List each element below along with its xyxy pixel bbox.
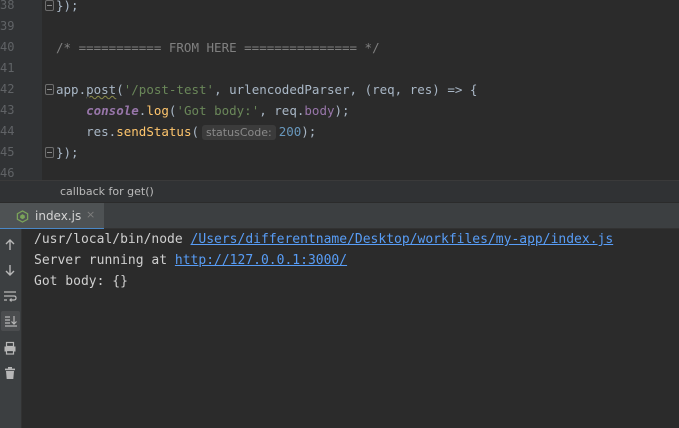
print-icon bbox=[4, 341, 16, 355]
console-line: Server running at http://127.0.0.1:3000/ bbox=[34, 250, 347, 271]
code-line[interactable]: 46 bbox=[0, 163, 679, 180]
line-number: 39 bbox=[0, 19, 15, 33]
code-token: }); bbox=[56, 0, 79, 13]
console-text: Got body: {} bbox=[34, 274, 128, 289]
code-token: console bbox=[86, 103, 139, 118]
code-line[interactable]: 39 bbox=[0, 16, 679, 37]
code-line[interactable]: 41 bbox=[0, 58, 679, 79]
code-token: ); bbox=[334, 103, 350, 118]
close-tab-icon[interactable]: × bbox=[86, 208, 95, 221]
code-line[interactable]: 40 /* =========== FROM HERE =============… bbox=[0, 37, 679, 58]
fold-marker-icon[interactable] bbox=[45, 0, 54, 11]
tab-index-js[interactable]: index.js × bbox=[0, 203, 104, 230]
scroll-up-icon bbox=[5, 239, 15, 250]
line-number: 44 bbox=[0, 124, 15, 138]
run-tab-bar: index.js × bbox=[0, 202, 679, 230]
code-token: , urlencodedParser, (req, res) => { bbox=[214, 82, 478, 97]
console-line: /usr/local/bin/node /Users/differentname… bbox=[34, 229, 613, 250]
nodejs-icon bbox=[16, 210, 29, 223]
breadcrumb-label[interactable]: callback for get() bbox=[60, 185, 154, 198]
line-number: 40 bbox=[0, 40, 15, 54]
tab-label: index.js bbox=[35, 209, 82, 223]
console-line: Got body: {} bbox=[34, 271, 128, 292]
run-toolbar bbox=[0, 229, 22, 428]
code-line[interactable]: 42 app.post('/post-test', urlencodedParse… bbox=[0, 79, 679, 100]
parameter-hint: statusCode: bbox=[202, 125, 276, 140]
code-token: ( bbox=[191, 124, 200, 139]
line-number: 42 bbox=[0, 82, 15, 96]
code-token: ); bbox=[301, 124, 317, 139]
scroll-to-end-button[interactable] bbox=[1, 311, 20, 331]
console-text: Server running at bbox=[34, 253, 175, 268]
line-number: 43 bbox=[0, 103, 15, 117]
code-token: app bbox=[56, 82, 79, 97]
code-token: , req. bbox=[259, 103, 305, 118]
code-text[interactable]: app.post('/post-test', urlencodedParser,… bbox=[56, 79, 477, 100]
line-number: 45 bbox=[0, 145, 15, 159]
code-line[interactable]: 38}); bbox=[0, 0, 679, 16]
code-token: /* =========== FROM HERE ===============… bbox=[56, 40, 380, 55]
fold-marker-icon[interactable] bbox=[45, 147, 54, 158]
console-text: /usr/local/bin/node bbox=[34, 232, 191, 247]
print-button[interactable] bbox=[0, 338, 20, 358]
code-token: }); bbox=[56, 145, 79, 160]
console-output[interactable]: /usr/local/bin/node /Users/differentname… bbox=[22, 229, 679, 428]
code-token: res. bbox=[56, 124, 117, 139]
code-text[interactable]: }); bbox=[56, 142, 79, 163]
console-link[interactable]: http://127.0.0.1:3000/ bbox=[175, 253, 347, 268]
code-line[interactable]: 45}); bbox=[0, 142, 679, 163]
code-token: ( bbox=[116, 82, 124, 97]
code-editor[interactable]: 38}); 39 40 /* =========== FROM HERE ======… bbox=[0, 0, 679, 180]
code-line[interactable]: 43 console.log('Got body:', req.body); bbox=[0, 100, 679, 121]
trash-icon bbox=[5, 367, 15, 379]
code-text[interactable]: res.sendStatus(statusCode: 200); bbox=[56, 121, 316, 142]
code-text[interactable]: /* =========== FROM HERE ===============… bbox=[56, 37, 380, 58]
soft-wrap-button[interactable] bbox=[0, 286, 20, 306]
code-token: . bbox=[78, 82, 87, 97]
code-text[interactable]: console.log('Got body:', req.body); bbox=[56, 100, 350, 121]
code-token: log bbox=[146, 103, 169, 118]
code-line[interactable]: 44 res.sendStatus(statusCode: 200); bbox=[0, 121, 679, 142]
console-link[interactable]: /Users/differentname/Desktop/workfiles/m… bbox=[191, 232, 614, 247]
scroll-down-button[interactable] bbox=[0, 260, 20, 280]
code-token: 'Got body:' bbox=[176, 103, 260, 118]
clear-all-button[interactable] bbox=[0, 363, 20, 383]
code-token: 200 bbox=[278, 124, 302, 139]
line-number: 38 bbox=[0, 0, 15, 12]
line-number: 41 bbox=[0, 61, 15, 75]
code-token: sendStatus bbox=[116, 124, 192, 139]
scroll-up-button[interactable] bbox=[0, 235, 20, 255]
scroll-to-end-icon bbox=[4, 316, 17, 327]
code-token: post bbox=[86, 82, 117, 97]
code-token: body bbox=[304, 103, 335, 118]
code-token: '/post-test' bbox=[123, 82, 215, 97]
line-number: 46 bbox=[0, 166, 15, 180]
fold-marker-icon[interactable] bbox=[45, 84, 54, 95]
code-text[interactable]: }); bbox=[56, 0, 79, 16]
breadcrumb[interactable]: callback for get() bbox=[0, 180, 679, 202]
soft-wrap-icon bbox=[4, 291, 17, 302]
scroll-down-icon bbox=[5, 265, 15, 276]
